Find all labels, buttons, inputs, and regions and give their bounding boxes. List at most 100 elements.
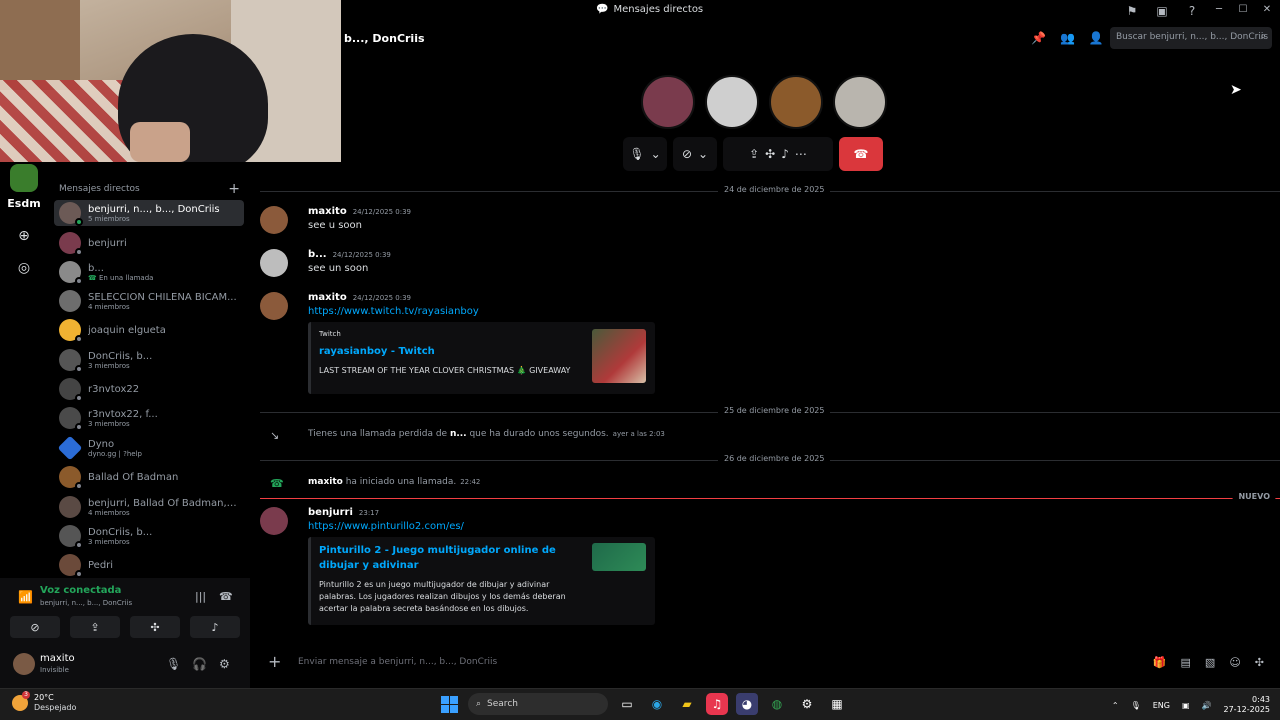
message-input[interactable]: Enviar mensaje a benjurri, n..., b..., D… [298, 657, 497, 667]
avatar [59, 466, 83, 490]
signal-icon[interactable]: 📶 [18, 590, 33, 604]
soundboard-icon[interactable]: ♪ [781, 147, 789, 161]
avatar[interactable] [13, 653, 35, 675]
dm-item[interactable]: DonCriis, b... 3 miembros [54, 523, 244, 549]
server-label[interactable]: Esdm [4, 197, 44, 210]
message-link[interactable]: https://www.pinturillo2.com/es/ [308, 521, 464, 532]
dm-item[interactable]: r3nvtox22, f... 3 miembros [54, 405, 244, 431]
activities-button[interactable]: ✣ [130, 616, 180, 638]
dm-item[interactable]: Pedri [54, 552, 244, 578]
avatar[interactable] [260, 206, 288, 234]
attach-button[interactable]: + [268, 652, 281, 671]
avatar[interactable] [260, 292, 288, 320]
embed-thumbnail[interactable] [592, 543, 646, 571]
avatar[interactable] [260, 507, 288, 535]
activities-icon[interactable]: ✣ [765, 147, 775, 161]
participant-avatar[interactable] [769, 75, 823, 129]
music-app-icon[interactable]: ♫ [706, 693, 728, 715]
pin-icon[interactable]: 📌 [1031, 31, 1046, 45]
message-link[interactable]: https://www.twitch.tv/rayasianboy [308, 306, 479, 317]
edge-icon[interactable]: ◉ [646, 693, 668, 715]
message[interactable]: maxito 24/12/2025 0:39 https://www.twitch… [260, 292, 1260, 397]
search-input[interactable]: Buscar benjurri, n..., b..., DonCriis ⌕ [1110, 27, 1272, 49]
add-server-icon[interactable]: ⊕ [10, 222, 38, 250]
embed-title[interactable]: rayasianboy - Twitch [319, 344, 435, 359]
microphone-icon[interactable]: 🎙 [166, 657, 181, 671]
disconnect-icon[interactable]: ☎ [219, 590, 233, 603]
apps-icon[interactable]: ✣ [1255, 656, 1264, 669]
settings-icon[interactable]: ⚙ [219, 657, 230, 671]
more-icon[interactable]: ⋯ [795, 147, 807, 161]
chrome-icon[interactable]: ◍ [766, 693, 788, 715]
dm-item[interactable]: benjurri [54, 230, 244, 256]
screen-share-button[interactable]: ⇪ [70, 616, 120, 638]
members-icon[interactable]: 👤 [1089, 31, 1104, 45]
missed-call-message: ↘ Tienes una llamada perdida de n... que… [270, 429, 665, 442]
message-composer[interactable]: + Enviar mensaje a benjurri, n..., b...,… [258, 648, 1272, 678]
voice-status: Voz conectada [40, 585, 122, 596]
camera-button[interactable]: ⊘ ⌄ [673, 137, 717, 171]
emoji-icon[interactable]: ☺ [1229, 656, 1240, 669]
camera-off-icon: ⊘ [681, 147, 692, 161]
add-friends-icon[interactable]: 👥 [1060, 31, 1075, 45]
dm-item[interactable]: b... ☎ En una llamada [54, 259, 244, 285]
avatar [59, 378, 83, 402]
start-button[interactable] [438, 693, 460, 715]
maximize-button[interactable]: ☐ [1236, 2, 1250, 18]
dm-list: Mensajes directos + benjurri, n..., b...… [48, 162, 250, 578]
dm-item[interactable]: Ballad Of Badman [54, 464, 244, 490]
mute-button[interactable]: 🎙 ⌄ [623, 137, 667, 171]
discover-icon[interactable]: ◎ [10, 254, 38, 282]
dm-item[interactable]: benjurri, Ballad Of Badman, b... 4 miembr… [54, 494, 244, 520]
gif-icon[interactable]: ▤ [1181, 656, 1191, 669]
file-explorer-icon[interactable]: ▰ [676, 693, 698, 715]
clock[interactable]: 0:43 27-12-2025 [1224, 695, 1271, 715]
terminal-icon[interactable]: ▦ [826, 693, 848, 715]
language-indicator[interactable]: ENG [1153, 701, 1170, 710]
avatar [59, 554, 83, 578]
steam-icon[interactable]: ⚙ [796, 693, 818, 715]
camera-off-button[interactable]: ⊘ [10, 616, 60, 638]
avatar[interactable] [260, 249, 288, 277]
weather-widget[interactable]: 3 20°C Despejado [12, 691, 76, 713]
embed-title[interactable]: Pinturillo 2 - Juego multijugador online… [319, 543, 569, 573]
minimize-button[interactable]: ─ [1212, 2, 1226, 18]
dm-item[interactable]: r3nvtox22 [54, 376, 244, 402]
avatar [59, 202, 83, 226]
flag-icon[interactable]: ⚑ [1124, 3, 1140, 19]
taskbar-search[interactable]: ⌕ Search [468, 693, 608, 715]
message[interactable]: benjurri 23:17 https://www.pinturillo2.co… [260, 507, 1260, 627]
dm-item[interactable]: Dyno dyno.gg | ?help [54, 435, 244, 461]
dm-item[interactable]: benjurri, n..., b..., DonCriis 5 miembros [54, 200, 244, 226]
screen-share-icon[interactable]: ⇪ [749, 147, 759, 161]
headphones-icon[interactable]: 🎧 [192, 657, 207, 671]
volume-icon[interactable]: 🔊 [1202, 701, 1212, 710]
dm-item[interactable]: DonCriis, b... 3 miembros [54, 347, 244, 373]
avatar [59, 407, 83, 431]
sticker-icon[interactable]: ▧ [1205, 656, 1215, 669]
help-icon[interactable]: ? [1184, 3, 1200, 19]
network-icon[interactable]: ▣ [1182, 701, 1190, 710]
microphone-icon[interactable]: 🎙 [1131, 701, 1141, 710]
participant-avatar[interactable] [641, 75, 695, 129]
close-button[interactable]: ✕ [1260, 2, 1274, 18]
chevron-up-icon[interactable]: ⌃ [1112, 701, 1119, 710]
dm-item[interactable]: joaquin elgueta [54, 317, 244, 343]
discord-icon[interactable]: ◕ [736, 693, 758, 715]
participant-avatar[interactable] [833, 75, 887, 129]
noise-suppression-icon[interactable]: ||| [195, 590, 206, 603]
inbox-icon[interactable]: ▣ [1154, 3, 1170, 19]
username[interactable]: maxito [40, 653, 75, 664]
embed-thumbnail[interactable] [592, 329, 646, 383]
call-controls: 🎙 ⌄ ⊘ ⌄ ⇪ ✣ ♪ ⋯ ☎ [623, 137, 883, 171]
task-view-icon[interactable]: ▭ [616, 693, 638, 715]
new-dm-button[interactable]: + [228, 181, 240, 197]
dm-item[interactable]: SELECCION CHILENA BICAM... 4 miembros [54, 288, 244, 314]
participant-avatar[interactable] [705, 75, 759, 129]
gift-icon[interactable]: 🎁 [1153, 656, 1167, 669]
voice-channel[interactable]: benjurri, n..., b..., DonCriis [40, 599, 132, 607]
soundboard-button[interactable]: ♪ [190, 616, 240, 638]
end-call-button[interactable]: ☎ [839, 137, 883, 171]
composer-icons: 🎁 ▤ ▧ ☺ ✣ [1153, 656, 1264, 669]
server-icon[interactable] [10, 164, 38, 192]
